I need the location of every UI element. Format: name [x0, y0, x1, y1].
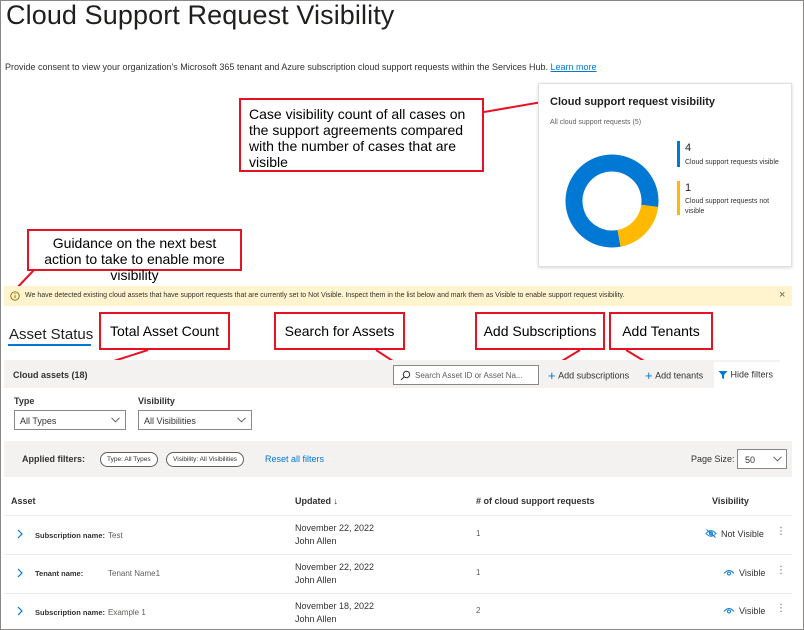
- column-header-asset[interactable]: Asset: [11, 496, 36, 506]
- updated-by: John Allen: [295, 614, 337, 624]
- banner-text: We have detected existing cloud assets t…: [25, 292, 625, 299]
- search-placeholder: Search Asset ID or Asset Na...: [415, 371, 523, 380]
- visibility-filter-label: Visibility: [138, 396, 175, 406]
- request-count: 1: [476, 529, 481, 538]
- asset-count: Cloud assets (18): [13, 370, 88, 380]
- callout-case-count-pointer: [484, 101, 543, 113]
- table-row[interactable]: Subscription name: Example 1 November 18…: [0, 594, 804, 630]
- callout-add-tenants: Add Tenants: [609, 312, 713, 350]
- legend-count-visible: 4: [685, 142, 692, 154]
- page-size-label: Page Size:: [691, 454, 735, 464]
- chevron-down-icon: [111, 417, 120, 423]
- donut-chart: [565, 154, 659, 248]
- filter-pill-type[interactable]: Type: All Types: [100, 452, 158, 467]
- callout-search-assets: Search for Assets: [274, 312, 405, 350]
- table-row[interactable]: Subscription name: Test November 22, 202…: [0, 516, 804, 554]
- callout-guidance: Guidance on the next best action to take…: [27, 229, 242, 283]
- asset-type-label: Subscription name:: [35, 608, 106, 617]
- page-size-dropdown[interactable]: 50: [737, 449, 787, 469]
- hide-filters-button[interactable]: Hide filters: [714, 362, 780, 388]
- more-options-icon[interactable]: ⋮: [776, 603, 786, 614]
- applied-filters-bar: Applied filters: Type: All Types Visibil…: [4, 441, 792, 477]
- visibility-filter-dropdown[interactable]: All Visibilities: [138, 410, 252, 430]
- legend-swatch-not-visible: [677, 181, 680, 215]
- add-icon: +: [645, 368, 653, 383]
- callout-add-subscriptions: Add Subscriptions: [475, 312, 605, 350]
- type-filter-dropdown[interactable]: All Types: [14, 410, 126, 430]
- intro-text: Provide consent to view your organizatio…: [5, 62, 597, 72]
- more-options-icon[interactable]: ⋮: [776, 526, 786, 537]
- request-count: 2: [476, 606, 481, 615]
- asset-name: Example 1: [108, 608, 146, 617]
- column-header-requests[interactable]: # of cloud support requests: [476, 496, 595, 506]
- card-title: Cloud support request visibility: [550, 96, 716, 108]
- column-header-updated[interactable]: Updated ↓: [295, 496, 338, 506]
- add-tenants-button[interactable]: + Add tenants: [645, 368, 703, 383]
- info-banner: We have detected existing cloud assets t…: [4, 286, 792, 306]
- asset-name: Tenant Name1: [108, 569, 161, 578]
- visibility-card: Cloud support request visibility All clo…: [538, 83, 792, 267]
- filter-icon: [718, 370, 728, 379]
- reset-filters-link[interactable]: Reset all filters: [265, 454, 324, 464]
- type-filter-label: Type: [14, 396, 35, 406]
- asset-status-title: Asset Status: [9, 326, 94, 343]
- hide-filters-label: Hide filters: [730, 369, 774, 380]
- add-subscriptions-button[interactable]: + Add subscriptions: [548, 368, 629, 383]
- table-row[interactable]: Tenant name: Tenant Name1 November 22, 2…: [0, 555, 804, 593]
- info-icon: [10, 291, 20, 301]
- close-icon[interactable]: ×: [779, 289, 785, 301]
- updated-by: John Allen: [295, 536, 337, 546]
- updated-date: November 18, 2022: [295, 601, 375, 611]
- visibility-status[interactable]: Visible: [739, 568, 765, 578]
- add-icon: +: [548, 368, 556, 383]
- type-filter-value: All Types: [20, 416, 57, 426]
- visibility-status[interactable]: Not Visible: [721, 529, 764, 539]
- column-header-visibility[interactable]: Visibility: [712, 496, 749, 506]
- more-options-icon[interactable]: ⋮: [776, 565, 786, 576]
- filter-pill-visibility[interactable]: Visibility: All Visibilities: [166, 452, 245, 467]
- eye-off-icon: [705, 529, 717, 538]
- chevron-right-icon[interactable]: [17, 606, 23, 616]
- legend-count-not-visible: 1: [685, 182, 692, 194]
- intro-description: Provide consent to view your organizatio…: [5, 62, 549, 72]
- updated-date: November 22, 2022: [295, 562, 375, 572]
- callout-total-asset: Total Asset Count: [99, 312, 230, 350]
- search-input[interactable]: Search Asset ID or Asset Na...: [393, 365, 539, 385]
- asset-name: Test: [108, 531, 123, 540]
- chevron-down-icon: [773, 456, 782, 462]
- page-size-value: 50: [745, 455, 756, 465]
- updated-date: November 22, 2022: [295, 523, 375, 533]
- search-icon: [400, 370, 411, 381]
- legend-label-visible: Cloud support requests visible: [685, 159, 779, 166]
- chevron-right-icon[interactable]: [17, 568, 23, 578]
- visibility-status[interactable]: Visible: [739, 606, 765, 616]
- callout-case-count: Case visibility count of all cases on th…: [239, 98, 484, 172]
- chevron-down-icon: [237, 417, 246, 423]
- asset-status-underline: [8, 344, 91, 346]
- request-count: 1: [476, 568, 481, 577]
- learn-more-link[interactable]: Learn more: [551, 62, 597, 72]
- asset-type-label: Tenant name:: [35, 569, 84, 578]
- visibility-filter-value: All Visibilities: [144, 416, 196, 426]
- card-subtitle: All cloud support requests (5): [550, 119, 642, 126]
- updated-by: John Allen: [295, 575, 337, 585]
- eye-icon: [723, 570, 735, 576]
- add-subscriptions-label: Add subscriptions: [558, 370, 630, 381]
- applied-filters-label: Applied filters:: [22, 454, 86, 464]
- chevron-right-icon[interactable]: [17, 529, 23, 539]
- legend-swatch-visible: [677, 141, 680, 167]
- page-title: Cloud Support Request Visibility: [6, 0, 395, 30]
- legend-label-not-visible: Cloud support requests not visible: [685, 198, 770, 215]
- asset-type-label: Subscription name:: [35, 531, 106, 540]
- add-tenants-label: Add tenants: [655, 370, 704, 381]
- eye-icon: [723, 608, 735, 614]
